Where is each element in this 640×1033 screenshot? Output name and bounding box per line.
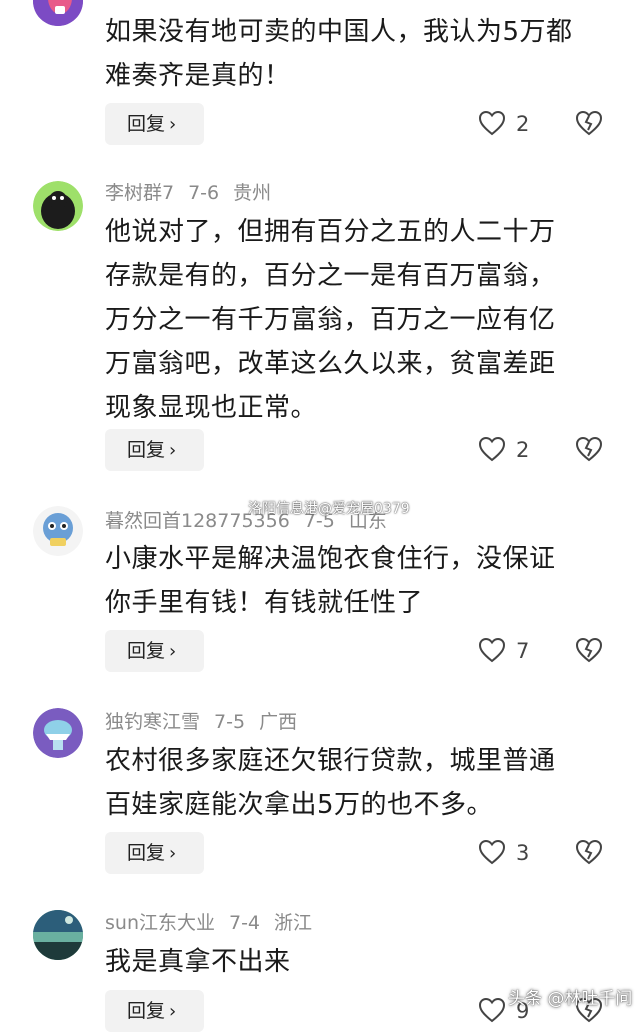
comment-date: 7-5 [214,711,246,733]
chevron-right-icon: › [169,114,177,135]
reply-label: 回复 [127,113,166,135]
reply-button[interactable]: 回复 › [105,103,204,145]
username[interactable]: sun江东大业 [105,912,215,934]
heart-outline-icon [478,110,506,136]
like-count: 7 [516,639,530,663]
brand-watermark: 头条 @林吐千问 [508,989,633,1009]
comment-date: 7-4 [228,912,261,934]
reply-button[interactable]: 回复 › [105,630,204,672]
comment-text: 如果没有地可卖的中国人，我认为5万都 难奏齐是真的！ [105,10,615,98]
broken-heart-icon [575,839,603,865]
avatar[interactable] [33,181,83,231]
comment-text: 他说对了，但拥有百分之五的人二十万 存款是有的，百分之一是有百万富翁， 万分之一… [105,210,615,430]
avatar[interactable] [33,910,83,960]
comment-line: 我是真拿不出来 [105,947,291,977]
reply-button[interactable]: 回复 › [105,429,204,471]
comment-line: 百娃家庭能次拿出5万的也不多。 [105,790,494,820]
like-count: 2 [516,438,530,462]
comment-text: 农村很多家庭还欠银行贷款，城里普通 百娃家庭能次拿出5万的也不多。 [105,739,615,827]
comment-meta: 李树群7 7-6 贵州 [105,178,285,208]
like-count: 3 [516,841,530,865]
heart-outline-icon [478,997,506,1023]
comment-line: 他说对了，但拥有百分之五的人二十万 [105,217,556,247]
comment-text: 小康水平是解决温饱衣食住行，没保证 你手里有钱！有钱就任性了 [105,537,615,625]
username[interactable]: 李树群7 [105,182,174,204]
chevron-right-icon: › [169,641,177,662]
chevron-right-icon: › [169,440,177,461]
comment-line: 如果没有地可卖的中国人，我认为5万都 [105,17,573,47]
comment-line: 难奏齐是真的！ [105,61,291,91]
like-count: 2 [516,112,530,136]
avatar[interactable] [33,506,83,556]
comment-region: 广西 [259,711,298,733]
chevron-right-icon: › [169,843,177,864]
heart-outline-icon [478,637,506,663]
broken-heart-icon [575,110,603,136]
avatar[interactable] [33,0,83,26]
comment-text: 我是真拿不出来 [105,940,615,984]
reply-label: 回复 [127,640,166,662]
comment-line: 小康水平是解决温饱衣食住行，没保证 [105,544,556,574]
reply-button[interactable]: 回复 › [105,832,204,874]
dislike-button[interactable] [575,839,603,867]
comment-date: 7-6 [188,182,220,204]
like-button[interactable]: 2 [478,434,538,466]
comment-region: 浙江 [274,912,313,934]
dislike-button[interactable] [575,436,603,464]
comment-line: 万富翁吧，改革这么久以来，贫富差距 [105,349,556,379]
dislike-button[interactable] [575,637,603,665]
like-button[interactable]: 3 [478,837,538,869]
comment-line: 万分之一有千万富翁，百万之一应有亿 [105,305,556,335]
reply-button[interactable]: 回复 › [105,990,204,1032]
broken-heart-icon [575,637,603,663]
like-button[interactable]: 2 [478,108,538,140]
like-button[interactable]: 7 [478,635,538,667]
heart-outline-icon [478,436,506,462]
comment-line: 你手里有钱！有钱就任性了 [105,588,424,618]
heart-outline-icon [478,839,506,865]
broken-heart-icon [575,436,603,462]
comment-line: 存款是有的，百分之一是有百万富翁， [105,261,556,291]
username[interactable]: 独钓寒江雪 [105,711,200,733]
reply-label: 回复 [127,842,166,864]
comment-line: 现象显现也正常。 [105,393,318,423]
comment-meta: 独钓寒江雪 7-5 广西 [105,707,311,737]
comment-meta: sun江东大业 7-4 浙江 [105,908,326,938]
avatar[interactable] [33,708,83,758]
comment-line: 农村很多家庭还欠银行贷款，城里普通 [105,746,556,776]
chevron-right-icon: › [169,1001,177,1022]
reply-label: 回复 [127,439,166,461]
comment-region: 贵州 [233,182,272,204]
watermark: 洛阳信息港@爱宠屋0379 [248,501,410,517]
dislike-button[interactable] [575,110,603,138]
